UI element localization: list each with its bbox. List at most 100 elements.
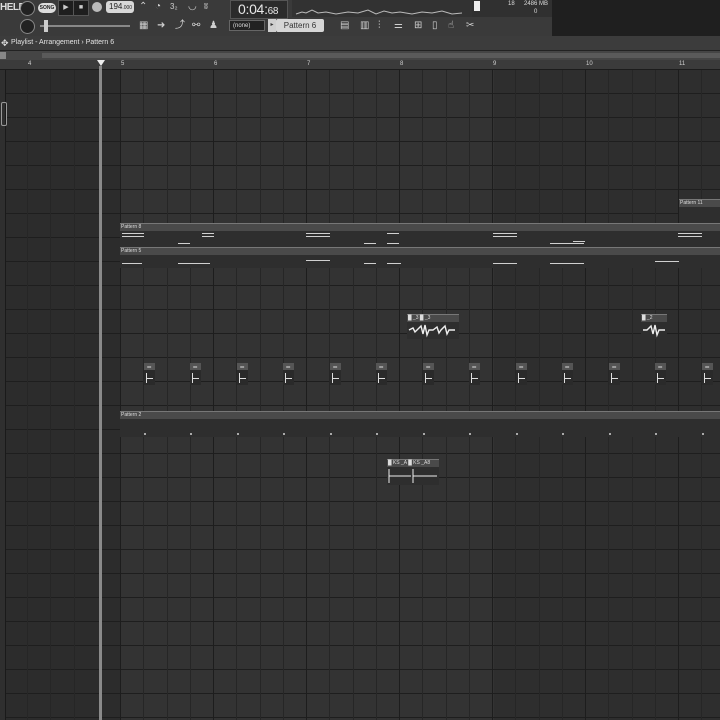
blend-icon[interactable]: ◡ <box>188 1 197 13</box>
typing-keyboard-icon[interactable]: ⌃ <box>139 1 147 13</box>
touch-icon[interactable]: ☝ <box>448 20 454 32</box>
record-button[interactable] <box>92 2 102 12</box>
cut-icon[interactable]: ✂ <box>466 20 474 32</box>
pattern-clip[interactable]: Pattern 5 <box>120 247 720 268</box>
clip-header: █ _2 <box>641 315 667 322</box>
bar-number: 6 <box>214 61 218 67</box>
song-time-main: 0:04 <box>238 1 265 17</box>
tempo-fraction: .000 <box>122 5 133 11</box>
song-mode-toggle[interactable]: SONG <box>38 3 56 13</box>
sample-clip[interactable]: ▸▸ <box>237 363 248 385</box>
channel-rack-icon[interactable]: ⫶ <box>378 20 381 32</box>
clip-header: ▸▸ <box>376 363 387 370</box>
clip-header: ▸▸ <box>283 363 294 370</box>
horizontal-scrollbar[interactable] <box>42 53 720 58</box>
beat-line <box>329 70 330 720</box>
sample-clip[interactable]: ▸▸ <box>330 363 341 385</box>
pattern-clip[interactable]: Pattern 11 <box>679 199 720 223</box>
note <box>678 236 702 237</box>
metronome-icon[interactable]: ◔ <box>155 1 161 13</box>
playlist-icon[interactable]: ▤ <box>340 20 349 32</box>
snap-selector[interactable]: (none) <box>229 20 265 31</box>
slider-handle[interactable] <box>44 20 48 32</box>
note <box>122 236 144 237</box>
sample-clip[interactable]: ▸▸ <box>144 363 155 385</box>
sample-clip[interactable]: ▸▸ <box>516 363 527 385</box>
loop-record-icon[interactable]: ʬ <box>204 1 208 13</box>
pattern-clip[interactable]: Pattern 8 <box>120 223 720 247</box>
note <box>678 233 702 234</box>
mixer-icon[interactable]: ⚌ <box>394 20 403 32</box>
pattern-arrow[interactable]: ▸ <box>268 19 276 32</box>
master-volume-knob[interactable] <box>20 1 35 16</box>
clip-header: Pattern 2 <box>120 412 720 419</box>
link-icon[interactable]: ⚯ <box>192 20 200 32</box>
waveform-graph <box>295 9 463 15</box>
note <box>364 263 376 264</box>
clip-body <box>702 370 713 385</box>
file-icon[interactable]: ▯ <box>432 20 438 32</box>
track-selector[interactable] <box>1 102 7 126</box>
hint-panel <box>552 0 720 36</box>
playlist-titlebar[interactable]: ✥ Playlist - Arrangement › Pattern 6 <box>0 36 720 51</box>
main-toolbar: HELP SONG ▶ ■ 194.000 ⌃ ◔ 3₂ ◡ ʬ 0:04:68… <box>0 0 720 37</box>
clip-body <box>283 370 294 385</box>
sample-clip[interactable]: ▸▸ <box>423 363 434 385</box>
tuner-icon[interactable]: ♟ <box>209 20 218 32</box>
bar-number: 9 <box>493 61 497 67</box>
note <box>493 263 517 264</box>
clip-label: █ _3 █ _3 <box>408 315 431 321</box>
waveform <box>643 324 665 338</box>
play-button[interactable]: ▶ <box>58 0 74 16</box>
clip-body <box>120 255 720 268</box>
beat-line <box>539 70 540 720</box>
countdown-icon[interactable]: 3₂ <box>170 1 178 13</box>
master-pitch-knob[interactable] <box>20 19 35 34</box>
wait-icon[interactable]: ⤴ <box>175 20 185 32</box>
note <box>516 433 518 435</box>
audio-clip[interactable]: █ KS _A █ KS _A8 <box>387 459 439 485</box>
clip-body <box>376 370 387 385</box>
sample-clip[interactable]: ▸▸ <box>190 363 201 385</box>
beat-line <box>655 70 656 720</box>
master-pitch-slider[interactable] <box>40 25 130 27</box>
bar-line <box>399 70 400 720</box>
sample-clip[interactable]: ▸▸ <box>655 363 666 385</box>
clip-header: ▸▸ <box>655 363 666 370</box>
playhead[interactable] <box>99 66 102 720</box>
stop-button[interactable]: ■ <box>73 0 89 16</box>
audio-clip[interactable]: █ _3 █ _3 <box>407 314 459 339</box>
plugin-picker-icon[interactable]: ⊞ <box>414 20 422 32</box>
piano-roll-icon[interactable]: ▥ <box>360 20 369 32</box>
tempo-display[interactable]: 194.000 <box>106 1 134 13</box>
clip-header: ▸▸ <box>609 363 620 370</box>
timeline-ruler[interactable] <box>0 60 720 70</box>
playlist-grid[interactable] <box>0 70 720 720</box>
bar-line <box>492 70 493 720</box>
track-header-column[interactable] <box>0 70 6 720</box>
note <box>655 433 657 435</box>
beat-line <box>236 70 237 720</box>
playhead-marker[interactable] <box>97 60 105 66</box>
clip-body <box>562 370 573 385</box>
clip-body <box>330 370 341 385</box>
sample-clip[interactable]: ▸▸ <box>702 363 713 385</box>
pattern-selector[interactable]: Pattern 6 <box>276 19 324 32</box>
sample-clip[interactable]: ▸▸ <box>469 363 480 385</box>
sample-clip[interactable]: ▸▸ <box>283 363 294 385</box>
pattern-clip[interactable]: Pattern 2 <box>120 411 720 437</box>
move-icon[interactable]: ✥ <box>1 38 9 48</box>
waveform <box>408 324 455 338</box>
note <box>387 243 399 244</box>
note <box>122 263 142 264</box>
sample-clip[interactable]: ▸▸ <box>376 363 387 385</box>
beat-line <box>143 70 144 720</box>
clip-label: Pattern 2 <box>121 412 142 418</box>
clip-body <box>423 370 434 385</box>
typing-keyboard-icon[interactable]: ▦ <box>139 20 148 32</box>
audio-clip[interactable]: █ _2 <box>641 314 667 339</box>
sample-clip[interactable]: ▸▸ <box>562 363 573 385</box>
sample-clip[interactable]: ▸▸ <box>609 363 620 385</box>
clip-header: ▸▸ <box>702 363 713 370</box>
arrow-right-icon[interactable]: ➜ <box>157 20 165 32</box>
